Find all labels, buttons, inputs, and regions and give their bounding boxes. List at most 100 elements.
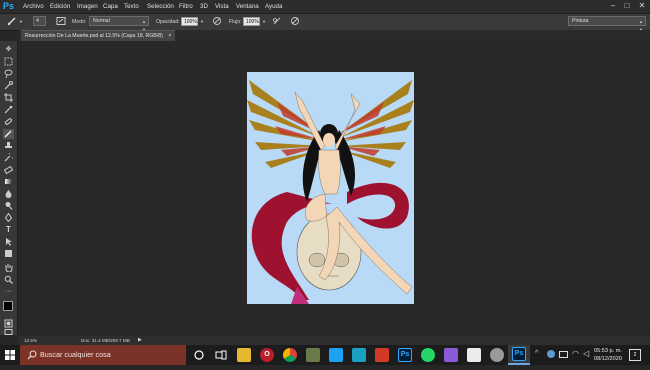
opacity-dropdown-icon[interactable]: ▼ bbox=[200, 19, 204, 24]
cortana-icon[interactable] bbox=[192, 348, 206, 362]
hand-tool-icon[interactable] bbox=[3, 263, 14, 273]
app-icon-purple[interactable] bbox=[444, 348, 458, 362]
rectangle-tool-icon[interactable] bbox=[3, 249, 14, 259]
tools-panel: ✥ T ··· bbox=[0, 41, 18, 335]
path-selection-tool-icon[interactable] bbox=[3, 237, 14, 247]
menu-3d[interactable]: 3D bbox=[200, 0, 208, 13]
status-arrow-icon[interactable]: ▶ bbox=[138, 336, 142, 345]
maximize-button[interactable]: □ bbox=[620, 0, 634, 13]
photoshop-icon: Ps bbox=[512, 347, 526, 361]
menu-filtro[interactable]: Filtro bbox=[179, 0, 193, 13]
document-size[interactable]: Doc: 31.4 MB/209.7 MB bbox=[81, 336, 130, 345]
tray-chevron-icon[interactable]: ^ bbox=[535, 350, 538, 357]
menu-capa[interactable]: Capa bbox=[103, 0, 118, 13]
windows-logo-icon bbox=[5, 350, 15, 360]
taskbar-clock[interactable]: 05:53 p. m. 08/12/2020 bbox=[590, 347, 622, 363]
status-bar: 12.5% Doc: 31.4 MB/209.7 MB ▶ bbox=[18, 336, 650, 345]
opera-icon[interactable]: O bbox=[260, 348, 274, 362]
brush-size-picker[interactable]: 4 bbox=[33, 16, 46, 26]
mode-select[interactable]: Normal ▲▼ bbox=[89, 16, 149, 32]
flow-dropdown-icon[interactable]: ▼ bbox=[262, 19, 266, 24]
app-icon-white[interactable] bbox=[467, 348, 481, 362]
chrome-icon[interactable] bbox=[283, 348, 297, 362]
clock-time: 05:53 p. m. bbox=[594, 348, 622, 354]
photoshop-taskbar-icon[interactable]: Ps bbox=[398, 348, 412, 362]
quick-selection-tool-icon[interactable] bbox=[3, 81, 14, 91]
zoom-level[interactable]: 12.5% bbox=[24, 336, 37, 345]
task-view-icon[interactable] bbox=[214, 348, 228, 362]
zoom-tool-icon[interactable] bbox=[3, 275, 14, 285]
taskbar-search-box[interactable]: Buscar cualquier cosa bbox=[20, 345, 186, 365]
workspace-select[interactable]: Pintura ▲▼ bbox=[568, 16, 646, 32]
battery-icon[interactable] bbox=[559, 351, 568, 358]
pressure-opacity-icon[interactable] bbox=[211, 16, 222, 27]
close-button[interactable]: ✕ bbox=[635, 0, 649, 13]
brush-panel-icon[interactable] bbox=[55, 16, 66, 27]
chevron-down-icon[interactable]: ▼ bbox=[19, 19, 23, 24]
options-bar: ▼ 4 Modo: Normal ▲▼ Opacidad: 100% ▼ Flu… bbox=[0, 13, 650, 32]
search-placeholder: Buscar cualquier cosa bbox=[40, 350, 111, 359]
crop-tool-icon[interactable] bbox=[3, 93, 14, 103]
wifi-icon[interactable]: ◠ bbox=[572, 349, 579, 358]
photoshop-active-task[interactable]: Ps bbox=[508, 345, 530, 365]
search-icon bbox=[27, 350, 37, 360]
menu-edicion[interactable]: Edición bbox=[50, 0, 70, 13]
notification-center-icon[interactable]: 2 bbox=[629, 349, 641, 361]
office-icon[interactable] bbox=[375, 348, 389, 362]
screen-mode-icon[interactable] bbox=[3, 329, 14, 335]
flow-field[interactable]: 100% bbox=[243, 17, 260, 26]
notification-count: 2 bbox=[633, 352, 637, 358]
document-tab-bar: Resurrección De La Muerte.psd al 12.5% (… bbox=[18, 30, 650, 42]
tray-app-icon[interactable] bbox=[547, 350, 555, 358]
more-tools-icon[interactable]: ··· bbox=[3, 287, 14, 297]
brush-size-value: 4 bbox=[36, 18, 39, 24]
start-button[interactable] bbox=[0, 345, 20, 365]
brush-tool-icon[interactable] bbox=[3, 129, 14, 139]
calendar-app-icon[interactable] bbox=[352, 348, 366, 362]
opacity-field[interactable]: 100% bbox=[181, 17, 198, 26]
file-explorer-icon[interactable] bbox=[237, 348, 251, 362]
photoshop-logo: Ps bbox=[3, 1, 15, 11]
blur-tool-icon[interactable] bbox=[3, 189, 14, 199]
volume-icon[interactable]: ◁ bbox=[583, 349, 589, 358]
menu-ventana[interactable]: Ventana bbox=[236, 0, 259, 13]
pressure-size-icon[interactable] bbox=[289, 16, 300, 27]
airbrush-icon[interactable] bbox=[271, 16, 282, 27]
document-canvas[interactable] bbox=[247, 72, 414, 304]
healing-brush-tool-icon[interactable] bbox=[3, 117, 14, 127]
menu-vista[interactable]: Vista bbox=[215, 0, 229, 13]
marquee-tool-icon[interactable] bbox=[3, 57, 14, 67]
mode-value: Normal bbox=[93, 18, 110, 24]
artwork-illustration bbox=[247, 80, 414, 304]
minimize-button[interactable]: – bbox=[606, 0, 620, 13]
game-app-icon[interactable] bbox=[306, 348, 320, 362]
move-tool-icon[interactable]: ✥ bbox=[3, 45, 14, 55]
history-brush-tool-icon[interactable] bbox=[3, 151, 16, 163]
menu-ayuda[interactable]: Ayuda bbox=[265, 0, 282, 13]
windows-taskbar: Buscar cualquier cosa O Ps Ps ^ ◠ ◁ 05:5… bbox=[0, 345, 650, 365]
menu-bar: Ps Archivo Edición Imagen Capa Texto Sel… bbox=[0, 0, 650, 13]
menu-texto[interactable]: Texto bbox=[124, 0, 139, 13]
dodge-tool-icon[interactable] bbox=[3, 201, 14, 211]
opacity-label: Opacidad: bbox=[156, 19, 180, 25]
menu-imagen[interactable]: Imagen bbox=[77, 0, 98, 13]
foreground-color-swatch[interactable] bbox=[3, 301, 13, 311]
quick-mask-icon[interactable] bbox=[3, 319, 14, 329]
gradient-tool-icon[interactable] bbox=[3, 177, 14, 187]
eyedropper-tool-icon[interactable] bbox=[3, 105, 14, 115]
eraser-tool-icon[interactable] bbox=[3, 165, 14, 175]
brush-tool-icon[interactable] bbox=[6, 16, 17, 27]
menu-archivo[interactable]: Archivo bbox=[23, 0, 44, 13]
menu-seleccion[interactable]: Selección bbox=[147, 0, 174, 13]
tab-close-icon[interactable]: × bbox=[168, 33, 171, 39]
mode-label: Modo: bbox=[72, 19, 87, 25]
flow-label: Flujo: bbox=[229, 19, 242, 25]
clock-date: 08/12/2020 bbox=[594, 356, 622, 362]
pen-tool-icon[interactable] bbox=[3, 212, 14, 223]
app-icon-gray[interactable] bbox=[490, 348, 504, 362]
type-tool-icon[interactable]: T bbox=[3, 225, 14, 235]
whatsapp-icon[interactable] bbox=[421, 348, 435, 362]
store-app-icon[interactable] bbox=[329, 348, 343, 362]
lasso-tool-icon[interactable] bbox=[3, 69, 14, 79]
clone-stamp-tool-icon[interactable] bbox=[3, 141, 14, 151]
